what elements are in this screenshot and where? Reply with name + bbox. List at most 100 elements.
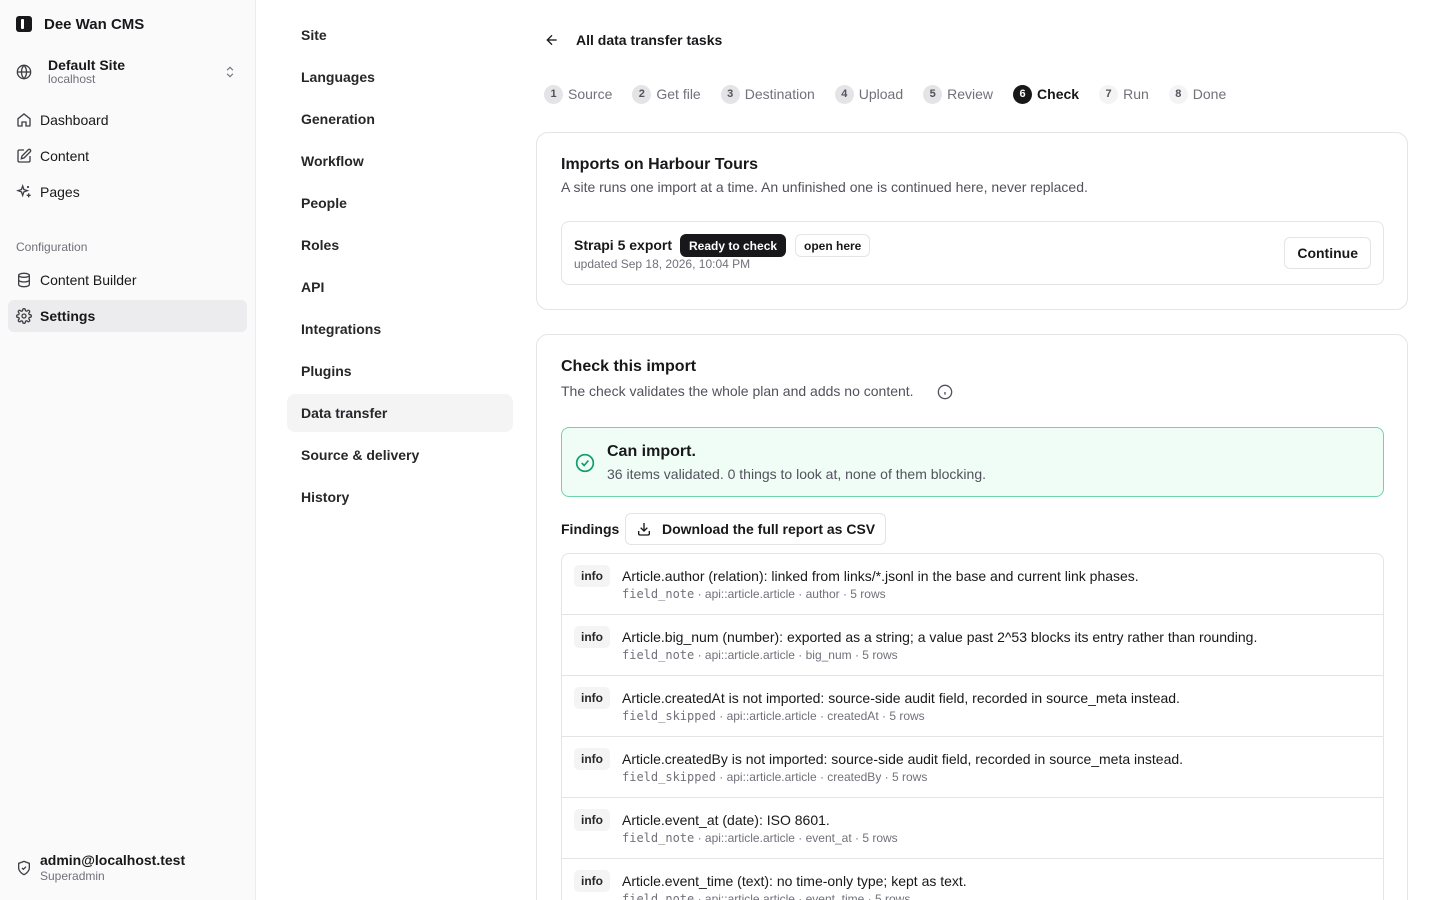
step-number: 4 xyxy=(834,84,854,104)
step-upload[interactable]: 4 Upload xyxy=(834,84,904,104)
sidebar-item-label: Content Builder xyxy=(40,272,137,288)
step-source[interactable]: 1 Source xyxy=(544,84,613,104)
imports-card: Imports on Harbour Tours A site runs one… xyxy=(536,132,1408,310)
database-icon xyxy=(18,272,30,288)
finding-level-badge: info xyxy=(574,626,610,648)
finding-meta: field_note · api::article.article · big_… xyxy=(622,648,898,662)
continue-button[interactable]: Continue xyxy=(1284,237,1371,269)
settings-nav-plugins[interactable]: Plugins xyxy=(287,352,513,390)
finding-row: info Article.big_num (number): exported … xyxy=(562,615,1383,676)
finding-detail: · api::article.article · event_time · 5 … xyxy=(694,892,911,900)
finding-detail: · api::article.article · createdAt · 5 r… xyxy=(715,709,925,723)
finding-level-badge: info xyxy=(574,687,610,709)
check-card: Check this import The check validates th… xyxy=(536,334,1408,900)
step-number: 8 xyxy=(1168,84,1188,104)
step-label: Destination xyxy=(744,86,815,102)
gear-icon xyxy=(16,308,32,324)
step-label: Run xyxy=(1123,86,1149,102)
settings-nav-data-transfer[interactable]: Data transfer xyxy=(287,394,513,432)
step-label: Review xyxy=(947,86,994,102)
sidebar-item-pages[interactable]: Pages xyxy=(8,176,247,208)
finding-row: info Article.event_time (text): no time-… xyxy=(562,859,1383,900)
imports-card-subtitle: A site runs one import at a time. An unf… xyxy=(561,179,1088,195)
site-name: Default Site xyxy=(48,57,126,74)
settings-nav-languages[interactable]: Languages xyxy=(287,58,513,96)
finding-code: field_skipped xyxy=(622,709,716,723)
app-name: Dee Wan CMS xyxy=(44,15,145,33)
finding-level-badge: info xyxy=(574,809,610,831)
step-label: Check xyxy=(1037,86,1080,102)
check-card-subtitle: The check validates the whole plan and a… xyxy=(561,383,914,399)
step-label: Source xyxy=(568,86,613,102)
finding-detail: · api::article.article · event_at · 5 ro… xyxy=(694,831,898,845)
step-get-file[interactable]: 2 Get file xyxy=(632,84,701,104)
sidebar-item-content[interactable]: Content xyxy=(8,140,247,172)
app-logo-icon xyxy=(16,16,32,32)
user-role: Superadmin xyxy=(40,869,105,884)
step-review[interactable]: 5 Review xyxy=(923,84,994,104)
settings-nav-workflow[interactable]: Workflow xyxy=(287,142,513,180)
finding-row: info Article.event_at (date): ISO 8601. … xyxy=(562,798,1383,859)
settings-nav-history[interactable]: History xyxy=(287,478,513,516)
user-menu[interactable]: admin@localhost.test Superadmin xyxy=(8,846,247,890)
finding-meta: field_skipped · api::article.article · c… xyxy=(622,709,925,723)
finding-meta: field_note · api::article.article · even… xyxy=(622,892,910,900)
step-number: 1 xyxy=(544,84,563,104)
check-circle-icon xyxy=(575,453,595,473)
import-row: Strapi 5 export Ready to check open here… xyxy=(561,221,1384,285)
finding-code: field_note xyxy=(622,587,695,601)
finding-message: Article.author (relation): linked from l… xyxy=(622,568,1139,584)
finding-level-badge: info xyxy=(574,870,610,892)
import-name: Strapi 5 export xyxy=(574,237,673,253)
shield-check-icon xyxy=(18,860,30,876)
check-result-box: Can import. 36 items validated. 0 things… xyxy=(561,427,1384,497)
sidebar-item-dashboard[interactable]: Dashboard xyxy=(8,104,247,136)
app-sidebar: Dee Wan CMS Default Site localhost Dashb… xyxy=(0,0,256,900)
step-check[interactable]: 6 Check xyxy=(1013,84,1080,104)
step-label: Get file xyxy=(656,86,701,102)
sidebar-item-content-builder[interactable]: Content Builder xyxy=(8,264,247,296)
settings-nav-source-delivery[interactable]: Source & delivery xyxy=(287,436,513,474)
settings-nav-generation[interactable]: Generation xyxy=(287,100,513,138)
download-csv-button[interactable]: Download the full report as CSV xyxy=(625,513,887,545)
finding-row: info Article.createdAt is not imported: … xyxy=(562,676,1383,737)
sidebar-item-label: Dashboard xyxy=(40,112,109,128)
sparkle-icon xyxy=(16,184,31,198)
finding-message: Article.createdAt is not imported: sourc… xyxy=(622,690,1180,706)
finding-row: info Article.createdBy is not imported: … xyxy=(562,737,1383,798)
finding-code: field_note xyxy=(622,648,695,662)
finding-row: info Article.author (relation): linked f… xyxy=(562,554,1383,615)
finding-meta: field_skipped · api::article.article · c… xyxy=(622,770,927,784)
info-icon[interactable] xyxy=(937,384,953,400)
back-link-label: All data transfer tasks xyxy=(576,32,723,48)
step-done: 8 Done xyxy=(1168,84,1227,104)
back-link[interactable]: All data transfer tasks xyxy=(544,30,722,50)
finding-level-badge: info xyxy=(574,748,610,770)
finding-code: field_skipped xyxy=(622,770,716,784)
finding-detail: · api::article.article · big_num · 5 row… xyxy=(694,648,898,662)
settings-nav-people[interactable]: People xyxy=(287,184,513,222)
step-number: 3 xyxy=(720,84,740,104)
settings-nav-site[interactable]: Site xyxy=(287,16,513,54)
download-icon xyxy=(638,523,650,536)
edit-icon xyxy=(17,148,32,163)
step-label: Upload xyxy=(858,86,904,102)
check-result-title: Can import. xyxy=(607,443,696,460)
settings-nav-integrations[interactable]: Integrations xyxy=(287,310,513,348)
open-here-badge: open here xyxy=(795,234,871,257)
settings-nav-api[interactable]: API xyxy=(287,268,513,306)
step-label: Done xyxy=(1192,86,1227,102)
brand[interactable]: Dee Wan CMS xyxy=(16,14,144,34)
sidebar-item-label: Content xyxy=(40,148,90,164)
site-switcher[interactable]: Default Site localhost xyxy=(8,52,247,92)
sidebar-item-settings[interactable]: Settings xyxy=(8,300,247,332)
finding-code: field_note xyxy=(622,831,695,845)
step-destination[interactable]: 3 Destination xyxy=(720,84,815,104)
home-icon xyxy=(17,113,31,127)
arrow-left-icon xyxy=(546,34,557,46)
finding-meta: field_note · api::article.article · even… xyxy=(622,831,898,845)
finding-level-badge: info xyxy=(574,565,610,587)
settings-nav-roles[interactable]: Roles xyxy=(287,226,513,264)
finding-detail: · api::article.article · createdBy · 5 r… xyxy=(715,770,928,784)
user-email: admin@localhost.test xyxy=(40,851,186,868)
